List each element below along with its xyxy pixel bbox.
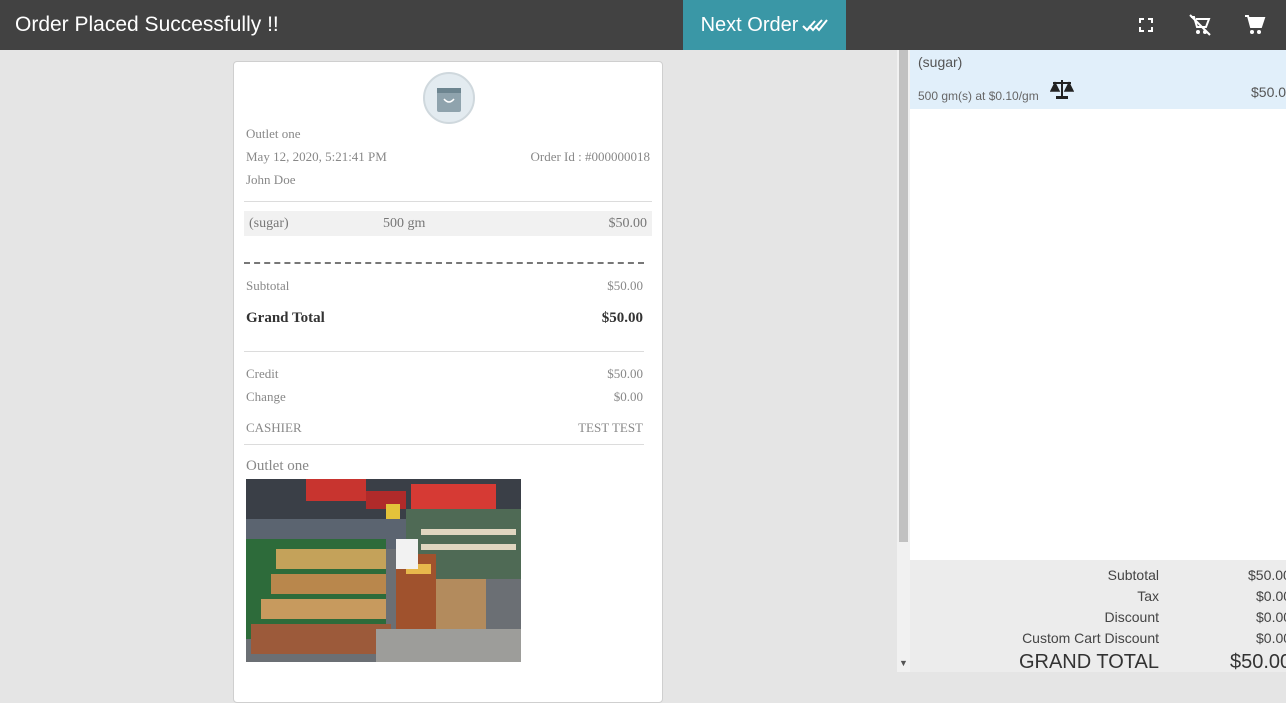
subtotal-label: Subtotal xyxy=(246,278,290,293)
item-name: (sugar) xyxy=(249,216,289,231)
scrollbar-thumb[interactable] xyxy=(899,50,908,542)
change-label: Change xyxy=(246,389,286,404)
clear-cart-icon[interactable] xyxy=(1188,13,1212,37)
credit-label: Credit xyxy=(246,366,279,381)
order-id: Order Id : #000000018 xyxy=(530,149,650,164)
cart-tax-label: Tax xyxy=(1137,588,1159,604)
cart-custom-discount-label: Custom Cart Discount xyxy=(1022,630,1159,646)
receipt: Outlet one May 12, 2020, 5:21:41 PM Orde… xyxy=(233,61,663,703)
dashed-divider xyxy=(244,262,644,264)
cart-item-price: $50.00 xyxy=(1251,84,1286,100)
next-order-button[interactable]: Next Order xyxy=(683,0,846,50)
cart-subtotal-label: Subtotal xyxy=(1107,567,1159,583)
cashier-label: CASHIER xyxy=(246,420,302,435)
page-title: Order Placed Successfully !! xyxy=(15,13,279,36)
double-check-icon xyxy=(802,19,829,32)
divider xyxy=(244,351,644,352)
receipt-item-row: (sugar) 500 gm $50.00 xyxy=(244,211,652,236)
item-qty: 500 gm xyxy=(383,216,426,231)
receipt-scrollbar[interactable]: ▼ xyxy=(897,50,910,672)
cart-grand-total-value: $50.00 xyxy=(1230,651,1286,673)
credit-value: $50.00 xyxy=(607,366,643,381)
cart-line-item[interactable]: (sugar) 500 gm(s) at $0.10/gm $50.00 xyxy=(910,50,1286,109)
grand-total-value: $50.00 xyxy=(601,310,643,326)
divider xyxy=(244,201,652,202)
grand-total-label: Grand Total xyxy=(246,310,325,326)
cart-item-name: (sugar) xyxy=(918,54,963,70)
order-datetime: May 12, 2020, 5:21:41 PM xyxy=(246,149,387,164)
subtotal-value: $50.00 xyxy=(607,278,643,293)
receipt-area: Outlet one May 12, 2020, 5:21:41 PM Orde… xyxy=(0,50,897,703)
cart-grand-total-label: GRAND TOTAL xyxy=(1018,651,1159,673)
scroll-down-arrow-icon[interactable]: ▼ xyxy=(899,658,908,668)
cart-icon[interactable] xyxy=(1242,13,1266,37)
cart-subtotal-value: $50.00 xyxy=(1248,567,1286,583)
cart-tax-value: $0.00 xyxy=(1256,588,1286,604)
cart-totals: Subtotal $50.00 Tax $0.00 Discount $0.00… xyxy=(910,560,1286,673)
cart-item-detail: 500 gm(s) at $0.10/gm xyxy=(918,89,1039,103)
store-logo xyxy=(423,72,475,124)
top-bar: Order Placed Successfully !! Next Order xyxy=(0,0,1286,50)
outlet-name: Outlet one xyxy=(246,126,301,141)
customer-name: John Doe xyxy=(246,172,296,187)
divider xyxy=(244,444,644,445)
item-price: $50.00 xyxy=(608,216,648,231)
store-photo xyxy=(246,479,521,662)
fullscreen-icon[interactable] xyxy=(1134,13,1158,37)
shopping-bag-icon xyxy=(437,88,461,112)
cart-discount-value: $0.00 xyxy=(1256,609,1286,625)
cart-discount-label: Discount xyxy=(1104,609,1159,625)
cart-panel: (sugar) 500 gm(s) at $0.10/gm $50.00 Sub… xyxy=(910,50,1286,673)
next-order-label: Next Order xyxy=(700,13,799,36)
scale-icon[interactable] xyxy=(1050,78,1074,100)
cashier-value: TEST TEST xyxy=(578,420,643,435)
change-value: $0.00 xyxy=(613,389,643,404)
cart-custom-discount-value: $0.00 xyxy=(1256,630,1286,646)
footer-outlet-name: Outlet one xyxy=(246,458,309,474)
